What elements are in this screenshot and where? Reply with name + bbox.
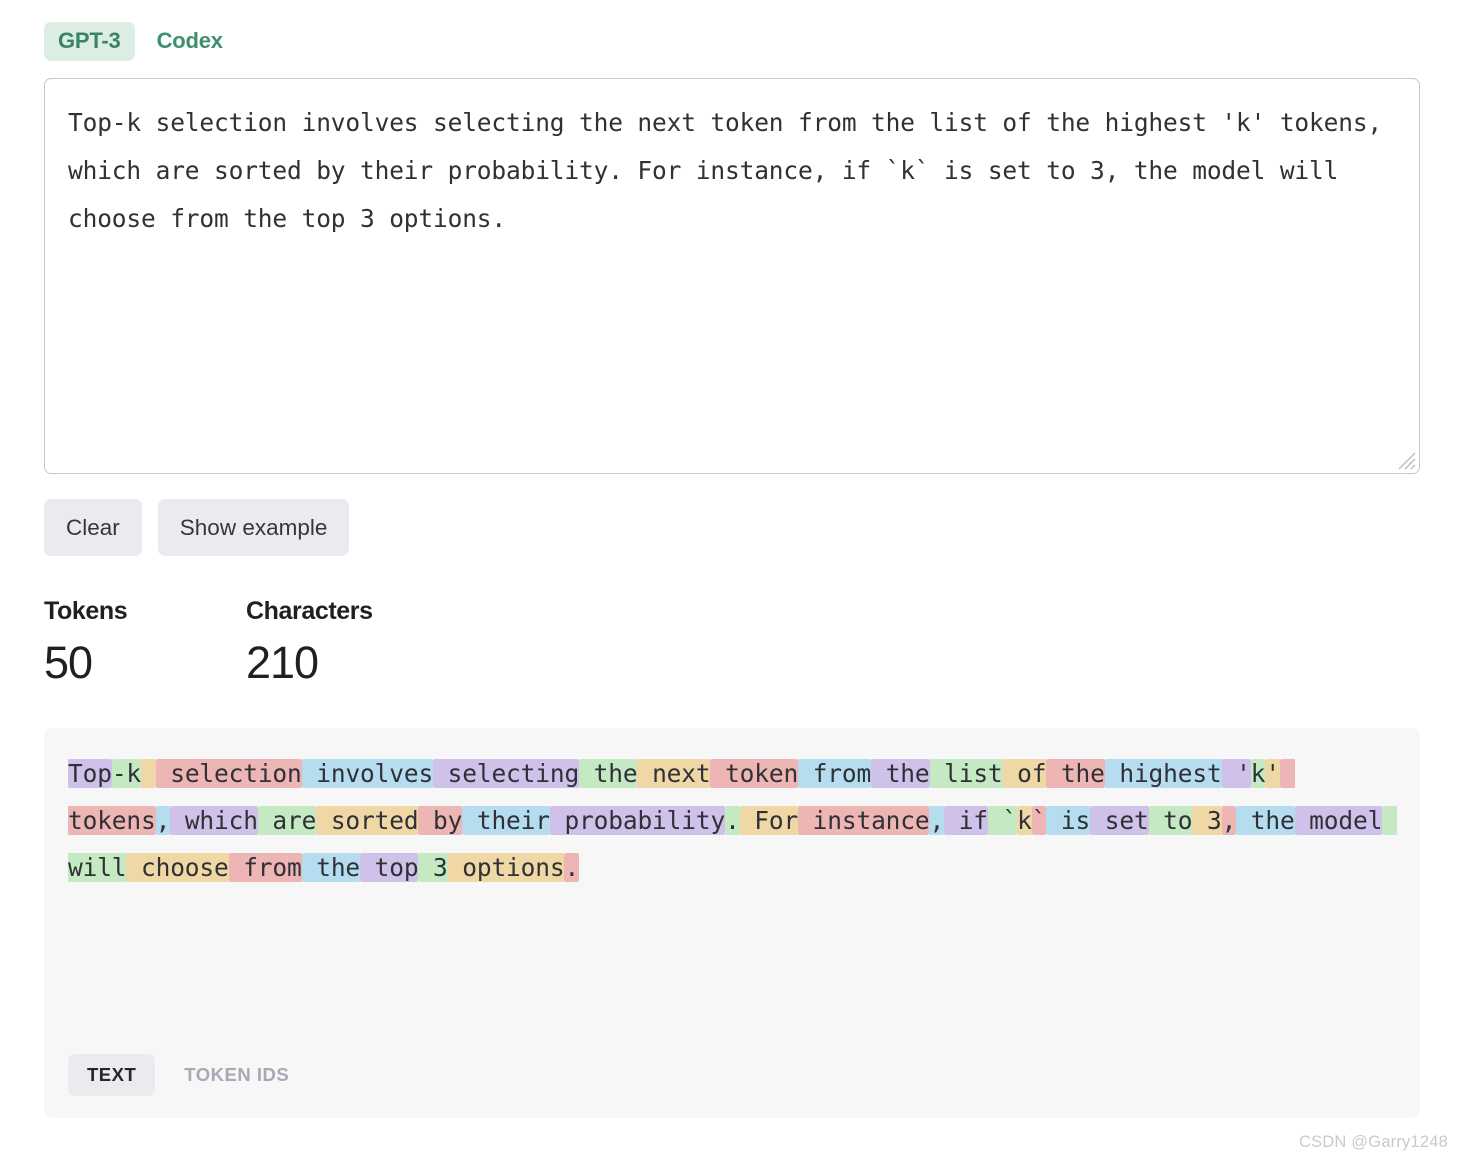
token-chip: token bbox=[710, 759, 799, 788]
token-chip: probability bbox=[549, 806, 726, 835]
token-chip bbox=[141, 759, 156, 788]
token-chip: the bbox=[871, 759, 930, 788]
model-tab-gpt3[interactable]: GPT-3 bbox=[44, 22, 135, 62]
token-chip: set bbox=[1090, 806, 1149, 835]
token-chip: sorted bbox=[316, 806, 419, 835]
tab-text[interactable]: TEXT bbox=[68, 1053, 156, 1096]
show-example-button[interactable]: Show example bbox=[157, 499, 350, 556]
token-chip: 3 bbox=[1192, 806, 1222, 835]
token-chip: Top bbox=[68, 759, 112, 788]
tab-token-ids[interactable]: TOKEN IDS bbox=[165, 1054, 308, 1096]
token-chip: , bbox=[1221, 806, 1237, 835]
action-button-row: Clear Show example bbox=[44, 499, 350, 556]
token-chip: the bbox=[301, 853, 361, 882]
resize-handle-icon[interactable] bbox=[1395, 449, 1417, 471]
token-chip: 3 bbox=[418, 853, 448, 882]
stat-characters: Characters 210 bbox=[246, 596, 448, 694]
token-chip: the bbox=[1236, 806, 1295, 835]
stat-characters-value: 210 bbox=[246, 637, 319, 688]
token-chip: if bbox=[944, 806, 988, 835]
token-chip: ` bbox=[1031, 806, 1047, 835]
token-chip: . bbox=[725, 806, 740, 835]
watermark: CSDN @Garry1248 bbox=[1298, 1133, 1448, 1151]
stat-tokens-label: Tokens bbox=[44, 597, 128, 625]
token-chip: from bbox=[798, 759, 872, 788]
token-chip: k bbox=[1017, 806, 1032, 835]
token-chip: . bbox=[564, 853, 580, 882]
stats-row: Tokens 50 Characters 210 bbox=[44, 596, 448, 694]
token-chip: next bbox=[637, 759, 711, 788]
token-chip: choose bbox=[126, 853, 229, 882]
token-chip: , bbox=[155, 806, 171, 835]
token-chip: For bbox=[739, 806, 799, 835]
token-chip: -k bbox=[111, 759, 142, 788]
stat-characters-label: Characters bbox=[246, 597, 373, 625]
clear-button[interactable]: Clear bbox=[44, 499, 142, 556]
token-chip: the bbox=[1046, 759, 1105, 788]
token-chip: highest bbox=[1104, 759, 1222, 788]
token-chip: ` bbox=[987, 806, 1018, 835]
token-chip: selecting bbox=[433, 759, 580, 788]
tokenizer-page: GPT-3 Codex Top-k selection involves sel… bbox=[0, 0, 1462, 1160]
token-chip: by bbox=[418, 806, 463, 835]
tokenized-text: Top-k selection involves selecting the n… bbox=[68, 750, 1397, 891]
token-chip: model bbox=[1294, 806, 1383, 835]
token-chip: from bbox=[228, 853, 302, 882]
prompt-textarea[interactable]: Top-k selection involves selecting the n… bbox=[44, 78, 1420, 474]
token-chip: ' bbox=[1265, 759, 1280, 788]
token-chip: are bbox=[257, 806, 317, 835]
token-chip: , bbox=[929, 806, 945, 835]
output-view-tab-bar: TEXT TOKEN IDS bbox=[68, 1053, 308, 1096]
token-chip: to bbox=[1148, 806, 1193, 835]
stat-tokens-value: 50 bbox=[44, 637, 93, 688]
token-chip: ' bbox=[1221, 759, 1251, 788]
token-chip: instance bbox=[798, 806, 930, 835]
prompt-textarea-value[interactable]: Top-k selection involves selecting the n… bbox=[68, 99, 1405, 243]
token-chip: involves bbox=[301, 759, 434, 788]
token-chip: top bbox=[360, 853, 419, 882]
token-chip: options bbox=[447, 853, 565, 882]
token-chip: their bbox=[462, 806, 550, 835]
token-chip: list bbox=[929, 759, 1003, 788]
token-chip: is bbox=[1046, 806, 1091, 835]
token-chip: k bbox=[1250, 759, 1266, 788]
tokenized-output-panel: Top-k selection involves selecting the n… bbox=[44, 728, 1420, 1118]
model-tab-codex[interactable]: Codex bbox=[143, 22, 237, 61]
model-tab-bar: GPT-3 Codex bbox=[44, 22, 237, 62]
token-chip: selection bbox=[155, 759, 302, 788]
token-chip: of bbox=[1002, 759, 1047, 788]
token-chip: the bbox=[579, 759, 638, 788]
token-chip: which bbox=[170, 806, 258, 835]
stat-tokens: Tokens 50 bbox=[44, 596, 246, 694]
